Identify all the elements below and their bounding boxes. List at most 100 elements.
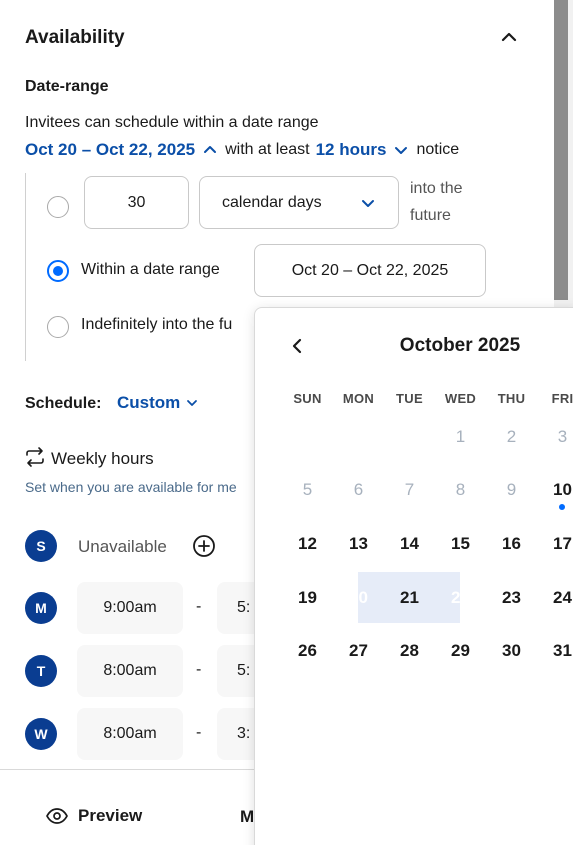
calendar-day[interactable]: 31 [537,625,573,676]
calendar-day-selected[interactable]: 20 [333,572,384,623]
calendar-day-number: 26 [298,640,317,660]
calendar-day-number: 28 [400,640,419,660]
calendar-day-number: 8 [455,479,466,499]
more-button-partial[interactable]: M [240,807,254,827]
schedule-select[interactable]: Custom [117,393,199,413]
preview-label: Preview [78,806,143,825]
calendar-day-selected[interactable]: 22 [435,572,486,623]
weekly-hours-title: Weekly hours [51,449,154,468]
calendar-day[interactable]: 10 [537,464,573,515]
calendar-month-title: October 2025 [399,335,521,356]
days-unit-select[interactable]: calendar days [199,176,399,229]
calendar-day[interactable]: 27 [333,625,384,676]
dow-header: SUN [293,391,322,406]
calendar-day[interactable]: 15 [435,518,486,569]
calendar-day[interactable]: 21 [384,572,435,623]
calendar-day-number: 17 [553,533,572,553]
schedule-value: Custom [117,393,181,412]
calendar-day[interactable]: 24 [537,572,573,623]
calendar-day[interactable]: 12 [282,518,333,569]
chevron-up-icon[interactable] [201,141,219,159]
schedule-label: Schedule: [25,395,102,412]
date-picker-popup: October 2025 SUN MON TUE WED THU FRI 123… [254,307,573,845]
scrollbar-thumb[interactable] [554,0,568,300]
calendar-day[interactable]: 28 [384,625,435,676]
calendar-day-number: 10 [553,479,572,499]
start-time-input[interactable]: 8:00am [77,645,183,697]
day-badge-sunday: S [25,530,57,562]
calendar-day-number: 23 [502,587,521,607]
time-separator: - [196,724,202,741]
calendar-day-number: 16 [502,533,521,553]
calendar-day-number: 9 [506,479,517,499]
calendar-day-number: 6 [353,479,364,499]
date-range-input-value: Oct 20 – Oct 22, 2025 [291,261,449,279]
radio-within-date-range[interactable] [47,260,69,282]
calendar-day-number: 15 [451,533,470,553]
chevron-down-icon[interactable] [392,141,410,159]
section-title: Availability [25,27,125,48]
calendar-day[interactable]: 23 [486,572,537,623]
unavailable-label: Unavailable [78,537,167,556]
time-separator: - [196,661,202,678]
calendar-day: 8 [435,464,486,515]
calendar-day-number: 31 [553,640,572,660]
days-unit-value: calendar days [222,193,322,211]
start-time-input[interactable]: 8:00am [77,708,183,760]
chevron-down-icon [360,195,376,211]
calendar-day[interactable]: 13 [333,518,384,569]
calendar-day-number: 1 [455,426,466,446]
calendar-day-number: 12 [298,533,317,553]
chevron-down-icon [185,396,199,410]
date-range-link[interactable]: Oct 20 – Oct 22, 2025 [25,140,195,160]
calendar-day[interactable]: 29 [435,625,486,676]
radio-indefinitely[interactable] [47,316,69,338]
calendar-day-number: 3 [557,426,568,446]
preview-button[interactable]: Preview [46,806,142,826]
calendar-day-number: 21 [400,587,419,607]
calendar-day: 3 [537,411,573,462]
future-label: future [410,207,451,224]
into-the-label: into the [410,180,463,197]
calendar-day[interactable]: 14 [384,518,435,569]
notice-link[interactable]: 12 hours [316,140,387,160]
calendar-day[interactable]: 16 [486,518,537,569]
calendar-day-number: 13 [349,533,368,553]
calendar-day-number: 22 [451,587,470,607]
calendar-day-number: 2 [506,426,517,446]
today-indicator [559,504,565,510]
weekly-hours-description: Set when you are available for me [25,479,237,495]
date-range-input[interactable]: Oct 20 – Oct 22, 2025 [254,244,486,297]
day-badge-monday: M [25,592,57,624]
days-count-input[interactable]: 30 [84,176,189,229]
calendar-day: 7 [384,464,435,515]
start-time-input[interactable]: 9:00am [77,582,183,634]
within-date-range-label: Within a date range [81,261,220,278]
calendar-day: 5 [282,464,333,515]
calendar-day[interactable]: 17 [537,518,573,569]
dow-header: WED [444,391,477,406]
eye-icon [46,808,68,824]
calendar-day[interactable]: 30 [486,625,537,676]
calendar-day[interactable]: 26 [282,625,333,676]
calendar-day-number: 29 [451,640,470,660]
calendar-day: 9 [486,464,537,515]
radio-rolling-days[interactable] [47,196,69,218]
calendar-day-number: 7 [404,479,415,499]
indefinitely-label: Indefinitely into the fu [81,316,233,333]
with-at-least-label: with at least [225,141,310,158]
time-separator: - [196,598,202,615]
day-badge-wednesday: W [25,718,57,750]
date-range-heading: Date-range [25,78,109,95]
calendar-day: 6 [333,464,384,515]
repeat-icon [24,446,46,473]
calendar-day[interactable]: 19 [282,572,333,623]
day-badge-tuesday: T [25,655,57,687]
add-plus-icon[interactable] [192,534,216,563]
date-range-summary-row: Oct 20 – Oct 22, 2025 with at least 12 h… [25,140,459,160]
calendar-day-number: 20 [349,587,368,607]
dow-header: TUE [396,391,423,406]
calendar-day-number: 14 [400,533,419,553]
collapse-chevron-up-icon[interactable] [498,26,520,48]
calendar-day-number: 24 [553,587,572,607]
